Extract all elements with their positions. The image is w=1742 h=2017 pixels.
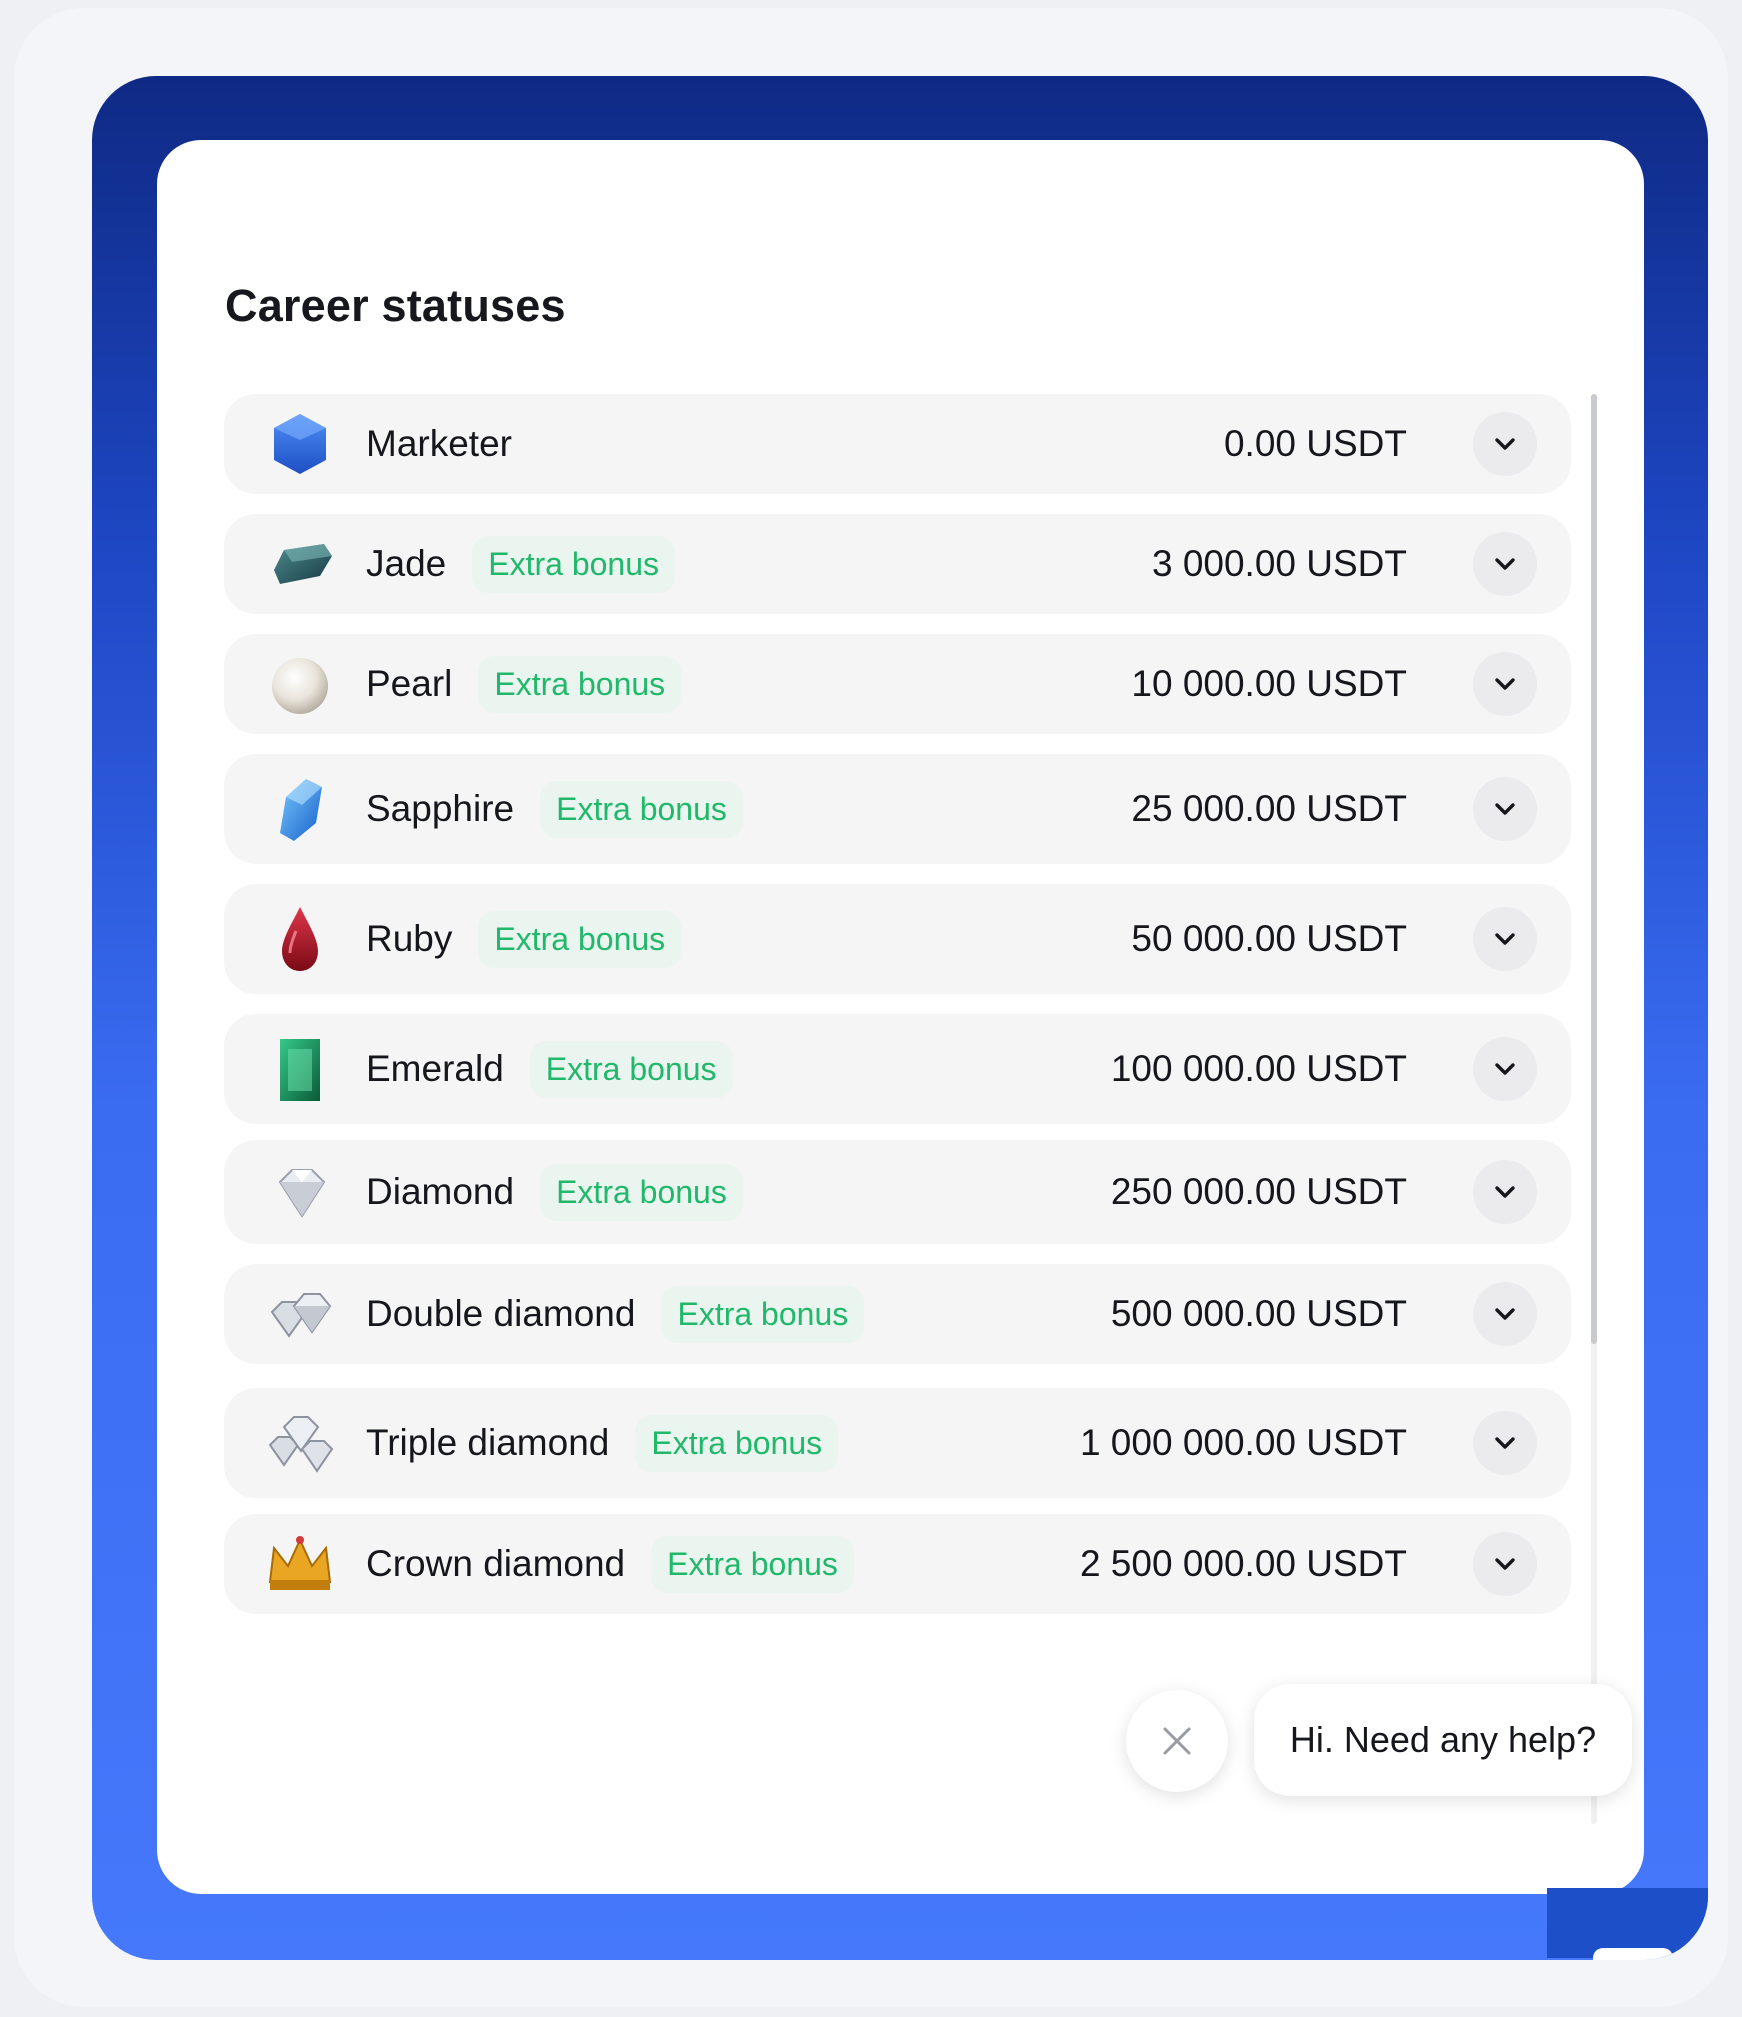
extra-bonus-badge: Extra bonus	[651, 1535, 854, 1593]
extra-bonus-badge: Extra bonus	[472, 535, 675, 593]
chevron-down-icon	[1495, 1437, 1515, 1449]
sapphire-gem-icon	[262, 771, 338, 847]
chat-launcher-button[interactable]	[1547, 1888, 1708, 1960]
expand-button[interactable]	[1473, 652, 1537, 716]
status-name: Diamond	[366, 1171, 515, 1212]
status-row-double-diamond[interactable]: Double diamond Extra bonus 500 000.00 USDT	[224, 1264, 1571, 1364]
expand-button[interactable]	[1473, 907, 1537, 971]
status-amount: 500 000.00 USDT	[1110, 1293, 1407, 1334]
extra-bonus-badge: Extra bonus	[540, 1163, 743, 1221]
chat-launcher-icon	[1593, 1948, 1673, 1960]
status-row-pearl[interactable]: Pearl Extra bonus 10 000.00 USDT	[224, 634, 1571, 734]
status-name: Double diamond	[366, 1293, 636, 1334]
scrollbar[interactable]	[1591, 394, 1597, 1824]
extra-bonus-badge: Extra bonus	[478, 655, 682, 713]
status-row-diamond[interactable]: Diamond Extra bonus 250 000.00 USDT	[224, 1140, 1571, 1244]
expand-button[interactable]	[1473, 777, 1537, 841]
expand-button[interactable]	[1473, 1282, 1537, 1346]
chevron-down-icon	[1495, 933, 1515, 945]
status-row-sapphire[interactable]: Sapphire Extra bonus 25 000.00 USDT	[224, 754, 1571, 864]
status-name: Pearl	[366, 663, 453, 704]
status-name: Emerald	[366, 1048, 504, 1089]
extra-bonus-badge: Extra bonus	[661, 1285, 865, 1343]
expand-button[interactable]	[1473, 1532, 1537, 1596]
expand-button[interactable]	[1473, 1160, 1537, 1224]
expand-button[interactable]	[1473, 1411, 1537, 1475]
status-name: Triple diamond	[366, 1422, 610, 1463]
scrollbar-thumb[interactable]	[1591, 394, 1597, 1344]
expand-button[interactable]	[1473, 532, 1537, 596]
triple-diamond-icon	[262, 1405, 338, 1481]
chevron-down-icon	[1495, 1558, 1515, 1570]
chevron-down-icon	[1495, 558, 1515, 570]
close-icon	[1163, 1727, 1191, 1755]
crown-icon	[262, 1526, 338, 1602]
jade-gem-icon	[262, 526, 338, 602]
chevron-down-icon	[1495, 803, 1515, 815]
status-row-emerald[interactable]: Emerald Extra bonus 100 000.00 USDT	[224, 1014, 1571, 1124]
status-amount: 3 000.00 USDT	[1151, 543, 1407, 584]
chevron-down-icon	[1495, 1063, 1515, 1075]
career-statuses-panel: Career statuses Marketer 0.00 USDT Jade Ext…	[157, 140, 1644, 1894]
status-row-jade[interactable]: Jade Extra bonus 3 000.00 USDT	[224, 514, 1571, 614]
status-amount: 2 500 000.00 USDT	[1079, 1543, 1407, 1584]
status-amount: 100 000.00 USDT	[1110, 1048, 1407, 1089]
expand-button[interactable]	[1473, 412, 1537, 476]
status-amount: 25 000.00 USDT	[1131, 788, 1407, 829]
page-title: Career statuses	[225, 280, 566, 331]
chat-help-bubble[interactable]: Hi. Need any help?	[1254, 1684, 1632, 1796]
status-row-crown-diamond[interactable]: Crown diamond Extra bonus 2 500 000.00 USD…	[224, 1514, 1571, 1614]
double-diamond-icon	[262, 1276, 338, 1352]
chevron-down-icon	[1495, 438, 1515, 450]
extra-bonus-badge: Extra bonus	[540, 780, 743, 838]
status-row-triple-diamond[interactable]: Triple diamond Extra bonus 1 000 000.00 US…	[224, 1388, 1571, 1498]
diamond-icon	[262, 1154, 338, 1230]
extra-bonus-badge: Extra bonus	[635, 1414, 839, 1472]
blue-hexagon-gem-icon	[262, 406, 338, 482]
status-row-ruby[interactable]: Ruby Extra bonus 50 000.00 USDT	[224, 884, 1571, 994]
outer-card: Career statuses Marketer 0.00 USDT Jade Ext…	[14, 8, 1728, 2007]
status-name: Marketer	[366, 423, 512, 464]
emerald-gem-icon	[262, 1031, 338, 1107]
status-amount: 50 000.00 USDT	[1131, 918, 1407, 959]
status-name: Sapphire	[366, 788, 515, 829]
extra-bonus-badge: Extra bonus	[529, 1040, 733, 1098]
expand-button[interactable]	[1473, 1037, 1537, 1101]
chat-close-button[interactable]	[1126, 1690, 1228, 1792]
chevron-down-icon	[1495, 678, 1515, 690]
extra-bonus-badge: Extra bonus	[478, 910, 682, 968]
status-name: Ruby	[366, 918, 453, 959]
status-name: Jade	[366, 543, 447, 584]
status-amount: 1 000 000.00 USDT	[1079, 1422, 1407, 1463]
blue-frame: Career statuses Marketer 0.00 USDT Jade Ext…	[92, 76, 1708, 1960]
chevron-down-icon	[1495, 1308, 1515, 1320]
status-amount: 10 000.00 USDT	[1131, 663, 1407, 704]
ruby-gem-icon	[262, 901, 338, 977]
status-amount: 250 000.00 USDT	[1110, 1171, 1407, 1212]
status-row-marketer[interactable]: Marketer 0.00 USDT	[224, 394, 1571, 494]
status-name: Crown diamond	[366, 1543, 626, 1584]
pearl-icon	[262, 646, 338, 722]
chevron-down-icon	[1495, 1186, 1515, 1198]
status-amount: 0.00 USDT	[1223, 423, 1407, 464]
